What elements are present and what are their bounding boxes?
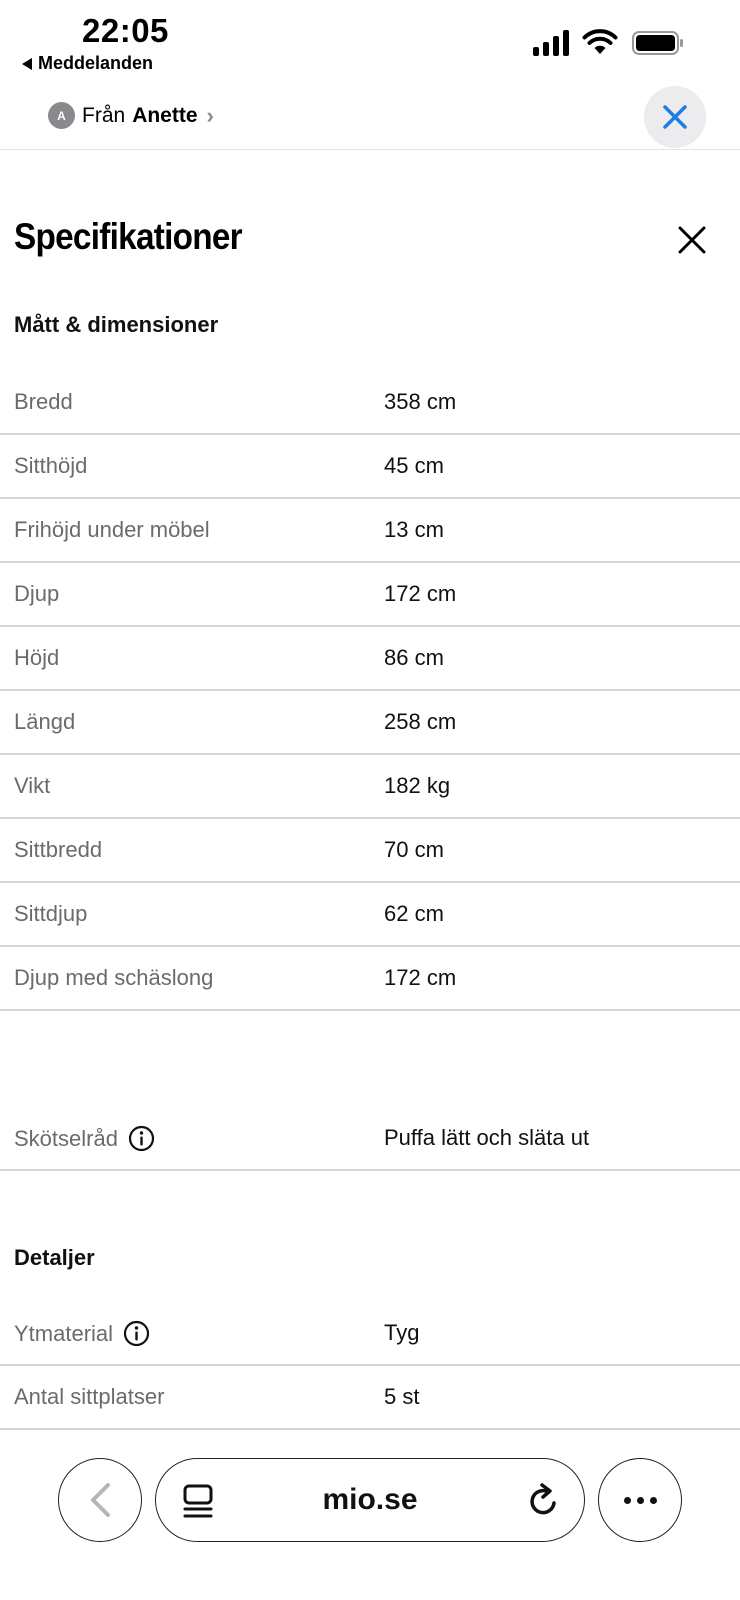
sender-name: Anette bbox=[132, 103, 198, 127]
dot-icon bbox=[623, 1496, 631, 1504]
dot-icon bbox=[636, 1496, 644, 1504]
row-label: Sittbredd bbox=[14, 837, 103, 862]
reload-icon[interactable] bbox=[526, 1481, 562, 1519]
row-value: 45 cm bbox=[384, 453, 444, 478]
sender-link[interactable]: A Från Anette › bbox=[48, 102, 214, 129]
row-label: Längd bbox=[14, 709, 76, 734]
row-value: Tyg bbox=[384, 1320, 420, 1345]
row-label: Djup bbox=[14, 581, 60, 606]
table-row: Vikt 182 kg bbox=[0, 755, 740, 819]
table-row: Bredd 358 cm bbox=[0, 371, 740, 435]
row-value: 62 cm bbox=[384, 901, 444, 926]
row-label: Bredd bbox=[14, 389, 73, 414]
from-prefix: Från bbox=[82, 103, 126, 127]
dot-icon bbox=[649, 1496, 657, 1504]
chevron-left-icon bbox=[91, 1483, 110, 1517]
back-triangle-icon bbox=[22, 57, 32, 70]
row-value: 182 kg bbox=[384, 773, 451, 798]
table-row: Frihöjd under möbel 13 cm bbox=[0, 499, 740, 563]
table-row: Ytmaterial Tyg bbox=[0, 1302, 740, 1366]
wifi-icon bbox=[582, 29, 618, 54]
back-button[interactable] bbox=[58, 1458, 142, 1542]
row-value: 5 st bbox=[384, 1384, 420, 1409]
row-value: 258 cm bbox=[384, 709, 457, 734]
table-row: Längd 258 cm bbox=[0, 691, 740, 755]
back-to-app-link[interactable]: Meddelanden bbox=[22, 53, 153, 74]
info-icon[interactable] bbox=[123, 1320, 150, 1347]
row-value: 70 cm bbox=[384, 837, 444, 862]
row-label: Djup med schäslong bbox=[14, 965, 214, 990]
table-row: Djup med schäslong 172 cm bbox=[0, 947, 740, 1011]
battery-icon bbox=[632, 31, 683, 55]
row-label: Sitthöjd bbox=[14, 453, 88, 478]
status-bar: 22:05 Meddelanden bbox=[0, 0, 740, 82]
care-table: Skötselråd Puffa lätt och släta ut bbox=[0, 1107, 740, 1171]
row-value: Puffa lätt och släta ut bbox=[384, 1125, 590, 1150]
status-time: 22:05 bbox=[82, 12, 169, 49]
more-options-button[interactable] bbox=[598, 1458, 682, 1542]
close-icon bbox=[663, 105, 687, 129]
dimensions-table: Bredd 358 cm Sitthöjd 45 cm Frihöjd under mö… bbox=[0, 371, 740, 1011]
avatar: A bbox=[48, 102, 75, 129]
row-label: Höjd bbox=[14, 645, 60, 670]
info-icon[interactable] bbox=[128, 1125, 155, 1152]
page-title: Specifikationer bbox=[14, 216, 243, 257]
row-value: 86 cm bbox=[384, 645, 444, 670]
row-label: Antal sittplatser bbox=[14, 1384, 165, 1409]
table-row: Sittdjup 62 cm bbox=[0, 883, 740, 947]
table-row: Antal sittplatser 5 st bbox=[0, 1366, 740, 1430]
cellular-signal-icon bbox=[533, 28, 569, 56]
chevron-right-icon: › bbox=[206, 102, 214, 128]
row-label: Vikt bbox=[14, 773, 51, 798]
browser-toolbar: mio.se bbox=[0, 1440, 740, 1600]
table-row: Djup 172 cm bbox=[0, 563, 740, 627]
dimensions-heading: Mått & dimensioner bbox=[14, 312, 219, 337]
details-heading: Detaljer bbox=[14, 1245, 95, 1270]
details-table: Ytmaterial Tyg Antal sittplatser 5 st bbox=[0, 1302, 740, 1430]
row-label: Sittdjup bbox=[14, 901, 88, 926]
table-row: Höjd 86 cm bbox=[0, 627, 740, 691]
table-row: Skötselråd Puffa lätt och släta ut bbox=[0, 1107, 740, 1171]
row-value: 358 cm bbox=[384, 389, 457, 414]
close-preview-button[interactable] bbox=[644, 86, 706, 148]
row-value: 172 cm bbox=[384, 965, 457, 990]
close-icon[interactable] bbox=[676, 224, 708, 256]
row-label: Skötselråd bbox=[14, 1125, 118, 1151]
row-label: Ytmaterial bbox=[14, 1320, 114, 1346]
row-label: Frihöjd under möbel bbox=[14, 517, 210, 542]
row-value: 13 cm bbox=[384, 517, 444, 542]
message-header: A Från Anette › bbox=[0, 82, 740, 150]
table-row: Sittbredd 70 cm bbox=[0, 819, 740, 883]
table-row: Sitthöjd 45 cm bbox=[0, 435, 740, 499]
back-app-label: Meddelanden bbox=[38, 53, 154, 73]
url-text: mio.se bbox=[322, 1483, 418, 1516]
row-value: 172 cm bbox=[384, 581, 457, 606]
address-bar[interactable]: mio.se bbox=[155, 1458, 585, 1542]
